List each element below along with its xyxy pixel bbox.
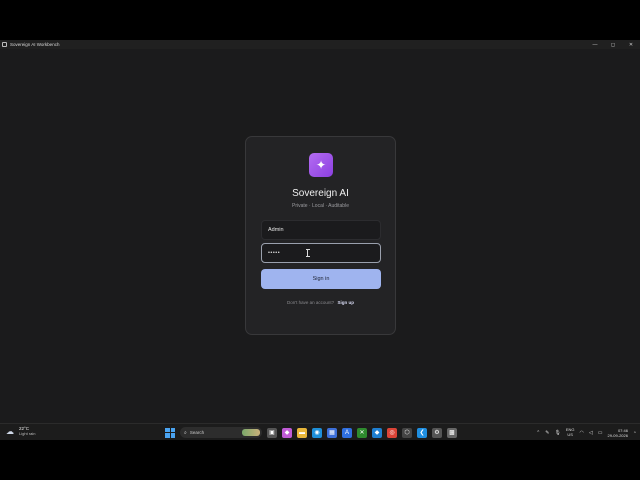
clock-date: 29-09-2026 — [607, 432, 628, 438]
desktop: Sovereign AI Workbench — ◻ ✕ ✦ Sovereign… — [0, 0, 640, 480]
search-label: Search — [189, 430, 205, 435]
title-bar: Sovereign AI Workbench — ◻ ✕ — [0, 40, 640, 49]
weather-desc: Light rain — [19, 431, 36, 436]
microphone-icon[interactable]: 🎙︎ — [555, 430, 561, 436]
clock[interactable]: 07:46 29-09-2026 — [608, 428, 628, 438]
lang-bottom: US — [567, 431, 573, 437]
speaker-icon[interactable]: ◁ — [589, 430, 593, 436]
window-controls: — ◻ ✕ — [586, 40, 640, 49]
login-card: ✦ Sovereign AI Private · Local · Auditab… — [245, 136, 396, 335]
app-icon — [2, 42, 7, 47]
sparkle-logo-icon: ✦ — [309, 153, 333, 177]
task-view-icon[interactable]: ▣ — [267, 427, 277, 438]
vscode-icon[interactable]: ❮ — [417, 427, 427, 438]
search-icon: ⌕ — [184, 429, 187, 436]
wifi-icon[interactable]: ◠ — [580, 430, 584, 436]
cloud-rain-icon: ☁ — [6, 426, 14, 436]
search-highlight-image — [242, 429, 260, 436]
sign-up-link[interactable]: Sign up — [337, 300, 354, 305]
xbox-icon[interactable]: ✕ — [357, 427, 367, 438]
chrome-icon[interactable]: ◎ — [387, 427, 397, 438]
username-input[interactable]: Admin — [261, 220, 381, 240]
minimize-button[interactable]: — — [586, 40, 604, 49]
settings-icon[interactable]: ⚙ — [432, 427, 442, 438]
pen-icon[interactable]: ✎ — [545, 430, 549, 436]
password-value: ••••• — [268, 250, 281, 256]
battery-icon[interactable]: ▭ — [598, 430, 603, 436]
taskbar: ☁ 22°C Light rain ⌕ Search ▣ ◆ ▬ ◉ ▦ A ✕ ◆ ◎ ⬡ ❮ ⚙ ▩… — [0, 423, 640, 440]
sign-in-button[interactable]: Sign in — [261, 269, 381, 289]
language-indicator[interactable]: ENG US — [566, 427, 575, 437]
chevron-up-icon[interactable]: ⌃ — [536, 430, 540, 436]
taskbar-apps: ⌕ Search ▣ ◆ ▬ ◉ ▦ A ✕ ◆ ◎ ⬡ ❮ ⚙ ▩ — [165, 426, 457, 439]
text-cursor-icon — [305, 249, 310, 257]
notification-bell-icon[interactable]: ◔ — [633, 430, 636, 436]
file-explorer-icon[interactable]: ▬ — [297, 427, 307, 438]
app-icon[interactable]: ◆ — [372, 427, 382, 438]
start-button[interactable] — [165, 427, 175, 438]
signup-prompt: Don't have an account? — [287, 300, 335, 305]
store-icon[interactable]: ▦ — [327, 427, 337, 438]
maximize-button[interactable]: ◻ — [604, 40, 622, 49]
username-value: Admin — [268, 227, 284, 233]
app-window: Sovereign AI Workbench — ◻ ✕ ✦ Sovereign… — [0, 40, 640, 424]
app-icon[interactable]: ⬡ — [402, 427, 412, 438]
weather-widget[interactable]: ☁ 22°C Light rain — [6, 426, 35, 436]
tagline: Private · Local · Auditable — [292, 203, 349, 209]
signup-row: Don't have an account? Sign up — [246, 300, 395, 305]
workbench-icon[interactable]: ▩ — [447, 427, 457, 438]
taskbar-search[interactable]: ⌕ Search — [180, 427, 262, 438]
close-button[interactable]: ✕ — [622, 40, 640, 49]
system-tray: ⌃ ✎ 🎙︎ ENG US ◠ ◁ ▭ 07:46 29-09-2026 ◔ — [536, 426, 636, 439]
app-icon[interactable]: A — [342, 427, 352, 438]
password-input[interactable]: ••••• — [261, 243, 381, 263]
edge-icon[interactable]: ◉ — [312, 427, 322, 438]
copilot-icon[interactable]: ◆ — [282, 427, 292, 438]
window-title: Sovereign AI Workbench — [10, 42, 60, 47]
app-name-heading: Sovereign AI — [292, 188, 349, 199]
